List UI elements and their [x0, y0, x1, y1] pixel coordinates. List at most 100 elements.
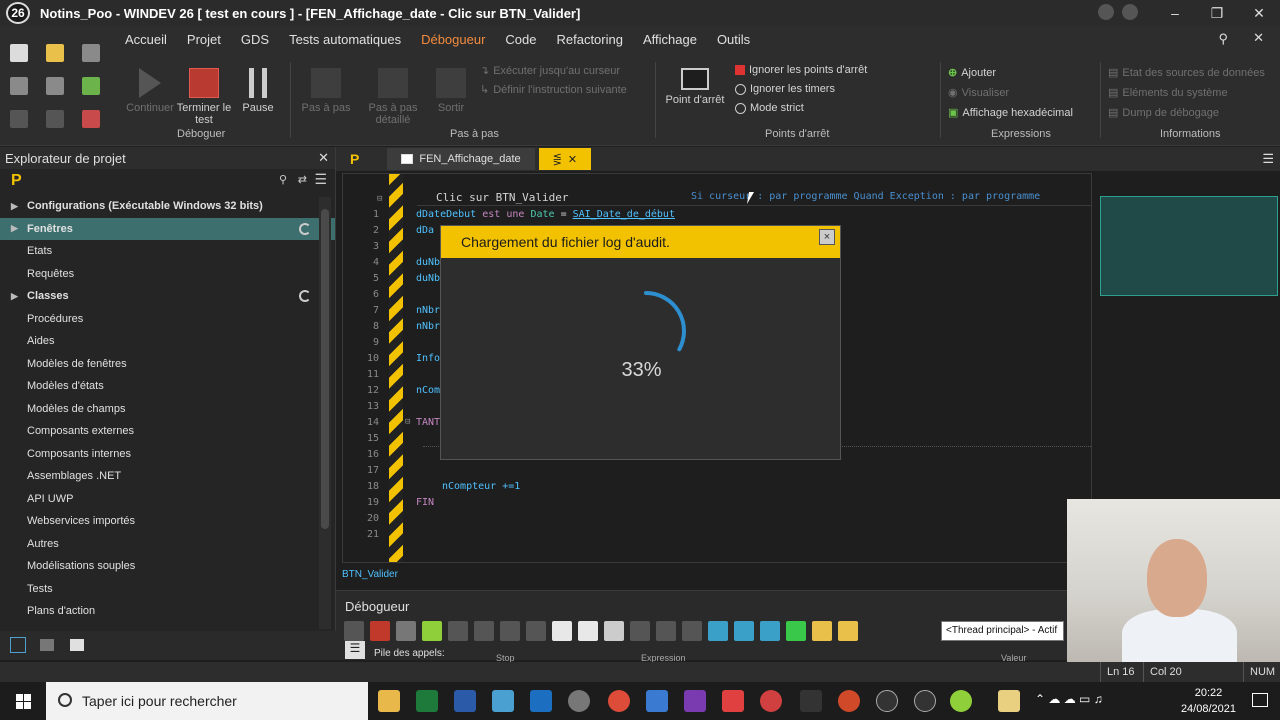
explorer-tree-icon[interactable] [40, 639, 54, 651]
code-line-8[interactable]: nNbr [416, 321, 440, 332]
tree-item[interactable]: Composants externes [0, 420, 335, 443]
debug-tools-icon[interactable] [734, 621, 754, 641]
tray-icons[interactable]: ⌃ ☁ ☁ ▭ ♫ [1035, 692, 1103, 706]
go-icon[interactable] [82, 77, 100, 95]
debug-list-icon[interactable] [604, 621, 624, 641]
step-out-button[interactable]: Sortir [416, 64, 486, 114]
notes-app-icon[interactable] [492, 690, 514, 712]
tab-gds[interactable]: GDS [231, 30, 279, 49]
tab-close-icon[interactable]: ✕ [568, 153, 577, 166]
menu-icon[interactable]: ☰ [314, 171, 327, 188]
open-icon[interactable] [46, 44, 64, 62]
calculator-app-icon[interactable] [646, 690, 668, 712]
tab-debogueur[interactable]: Débogueur [411, 30, 495, 49]
data-sources-button[interactable]: ▤ Etat des sources de données [1108, 66, 1265, 80]
tree-item[interactable]: API UWP [0, 488, 335, 511]
ignore-timers-toggle[interactable]: Ignorer les timers [735, 83, 835, 95]
debug-wrench-icon[interactable] [708, 621, 728, 641]
user-icon[interactable] [1098, 4, 1114, 20]
tree-item[interactable]: Tests [0, 578, 335, 601]
tree-item[interactable]: Modélisations souples [0, 555, 335, 578]
code-line-4[interactable]: duNb [416, 257, 440, 268]
tree-item[interactable]: Requêtes [0, 263, 335, 286]
save-icon[interactable] [82, 44, 100, 62]
notification-icon[interactable] [1252, 693, 1268, 707]
tab-tests-automatiques[interactable]: Tests automatiques [279, 30, 411, 49]
app-gear-icon[interactable] [760, 690, 782, 712]
tree-item[interactable]: Procédures [0, 308, 335, 331]
breakpoint-button[interactable]: Point d'arrêt [660, 64, 730, 106]
tab-accueil[interactable]: Accueil [115, 30, 177, 49]
tree-item[interactable]: ▶ Classes [0, 285, 335, 308]
debug-paste-icon[interactable] [838, 621, 858, 641]
debug-play-icon[interactable] [344, 621, 364, 641]
code-line-12[interactable]: nCom [416, 385, 440, 396]
settings-icon[interactable] [1122, 4, 1138, 20]
debug-window-icon[interactable] [656, 621, 676, 641]
new-icon[interactable] [10, 44, 28, 62]
system-elements-button[interactable]: ▤ Eléments du système [1108, 86, 1228, 100]
strict-mode-radio[interactable]: Mode strict [735, 102, 804, 114]
excel-app-icon[interactable] [416, 690, 438, 712]
define-next-button[interactable]: ↳ Définir l'instruction suivante [480, 83, 627, 97]
tray-app-icon[interactable] [998, 690, 1020, 712]
debug-copy-icon[interactable] [812, 621, 832, 641]
tab-affichage[interactable]: Affichage [633, 30, 707, 49]
close-window-button[interactable]: ✕ [1238, 0, 1280, 26]
powerpoint-app-icon[interactable] [838, 690, 860, 712]
tree-item[interactable]: Etats [0, 240, 335, 263]
hamburger-menu-icon[interactable]: ☰ [345, 641, 365, 659]
chrome-app-icon[interactable] [608, 690, 630, 712]
loop-collapse-marker[interactable]: ⊟ [405, 417, 410, 427]
debug-pause-icon[interactable] [422, 621, 442, 641]
undo-icon[interactable] [10, 110, 28, 128]
taskbar-search[interactable]: Taper ici pour rechercher [46, 682, 368, 720]
tab-code[interactable]: Code [495, 30, 546, 49]
minimap-viewport[interactable] [1100, 196, 1278, 296]
debug-add-icon[interactable] [786, 621, 806, 641]
run-to-cursor-button[interactable]: ↴ Exécuter jusqu'au curseur [480, 64, 620, 78]
tree-item[interactable]: ▶ Configurations (Exécutable Windows 32 b… [0, 195, 335, 218]
debug-stop-icon[interactable] [370, 621, 390, 641]
expand-arrow-icon[interactable]: ▶ [11, 291, 18, 302]
ribbon-search-icon[interactable]: ⚲ [1218, 31, 1228, 47]
word-app-icon[interactable] [454, 690, 476, 712]
tabs-menu-icon[interactable]: ☰ [1262, 151, 1274, 167]
onenote-app-icon[interactable] [684, 690, 706, 712]
tab-outils[interactable]: Outils [707, 30, 760, 49]
app-s-icon[interactable] [722, 690, 744, 712]
gear-icon[interactable] [10, 77, 28, 95]
onedrive-app-icon[interactable] [568, 690, 590, 712]
code-line-19[interactable]: FIN [416, 497, 434, 508]
app-flame-icon[interactable] [800, 690, 822, 712]
collapse-marker[interactable]: ⊟ [377, 194, 382, 204]
start-button[interactable] [0, 682, 46, 720]
expand-arrow-icon[interactable]: ▶ [11, 201, 18, 212]
ribbon-close-icon[interactable]: ✕ [1253, 30, 1264, 46]
windev-app-icon[interactable] [950, 690, 972, 712]
app-circle-icon[interactable] [876, 690, 898, 712]
tree-item[interactable]: Webservices importés [0, 510, 335, 533]
debug-step-icon[interactable] [448, 621, 468, 641]
debug-step-detail-icon[interactable] [500, 621, 520, 641]
tree-item[interactable]: Assemblages .NET [0, 465, 335, 488]
debug-clear-icon[interactable] [578, 621, 598, 641]
collapse-icon[interactable]: ⇄ [298, 173, 307, 186]
compile-icon[interactable] [46, 77, 64, 95]
debug-dump-button[interactable]: ▤ Dump de débogage [1108, 106, 1219, 120]
step-button[interactable]: Pas à pas [291, 64, 361, 114]
tree-item[interactable]: Composants internes [0, 443, 335, 466]
code-line-18[interactable]: nCompteur +=1 [442, 481, 520, 492]
view-expression-button[interactable]: ◉ Visualiser [948, 86, 1009, 100]
tree-item[interactable]: Aides [0, 330, 335, 353]
thread-select[interactable]: <Thread principal> - Actif [941, 621, 1064, 641]
explorer-close-icon[interactable]: ✕ [318, 150, 329, 166]
ignore-breakpoints-toggle[interactable]: Ignorer les points d'arrêt [735, 64, 867, 76]
maximize-button[interactable]: ❐ [1196, 0, 1238, 26]
tab-code-active[interactable]: ⋚ ✕ [538, 148, 592, 170]
code-line-5[interactable]: duNb [416, 273, 440, 284]
tree-item[interactable]: ▶ Fenêtres [0, 217, 335, 240]
debug-camera-icon[interactable] [682, 621, 702, 641]
code-line-7[interactable]: nNbr [416, 305, 440, 316]
debug-cross-icon[interactable] [396, 621, 416, 641]
